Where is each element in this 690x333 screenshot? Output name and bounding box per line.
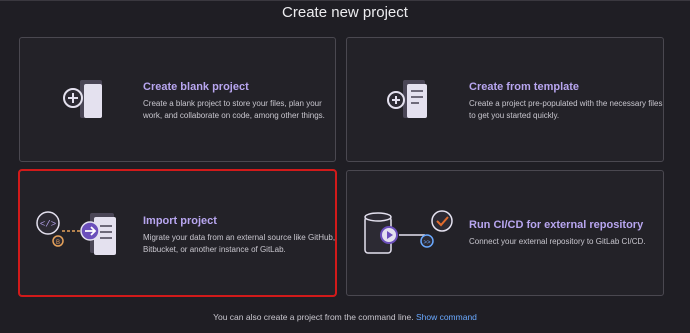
- footer-text: You can also create a project from the c…: [213, 312, 414, 322]
- import-project-icon: </> B: [36, 211, 116, 255]
- card-description: Connect your external repository to GitL…: [469, 237, 646, 246]
- svg-text:>>: >>: [423, 240, 431, 246]
- cicd-external-repo-icon: >>: [364, 210, 453, 254]
- card-title: Create from template: [469, 81, 580, 93]
- card-title: Create blank project: [143, 81, 249, 93]
- create-blank-project-card[interactable]: Create blank project Create a blank proj…: [19, 37, 336, 162]
- show-command-link[interactable]: Show command: [416, 312, 477, 322]
- blank-project-icon: [63, 80, 102, 118]
- create-from-template-card[interactable]: Create from template Create a project pr…: [346, 37, 664, 162]
- card-title: Import project: [143, 215, 217, 227]
- run-cicd-external-repo-card[interactable]: >> Run CI/CD for external repository Con…: [346, 170, 664, 296]
- card-description: Migrate your data from an external sourc…: [143, 233, 336, 254]
- svg-text:</>: </>: [40, 220, 56, 230]
- template-project-icon: [387, 80, 427, 118]
- card-description: Create a blank project to store your fil…: [143, 99, 325, 120]
- footer-hint: You can also create a project from the c…: [0, 312, 690, 322]
- card-description: Create a project pre-populated with the …: [469, 99, 663, 120]
- page-title: Create new project: [282, 4, 408, 21]
- top-divider: [0, 0, 690, 1]
- card-title: Run CI/CD for external repository: [469, 219, 644, 231]
- svg-text:B: B: [56, 240, 60, 246]
- import-project-card[interactable]: </> B Import project Migrate your data f…: [18, 169, 337, 297]
